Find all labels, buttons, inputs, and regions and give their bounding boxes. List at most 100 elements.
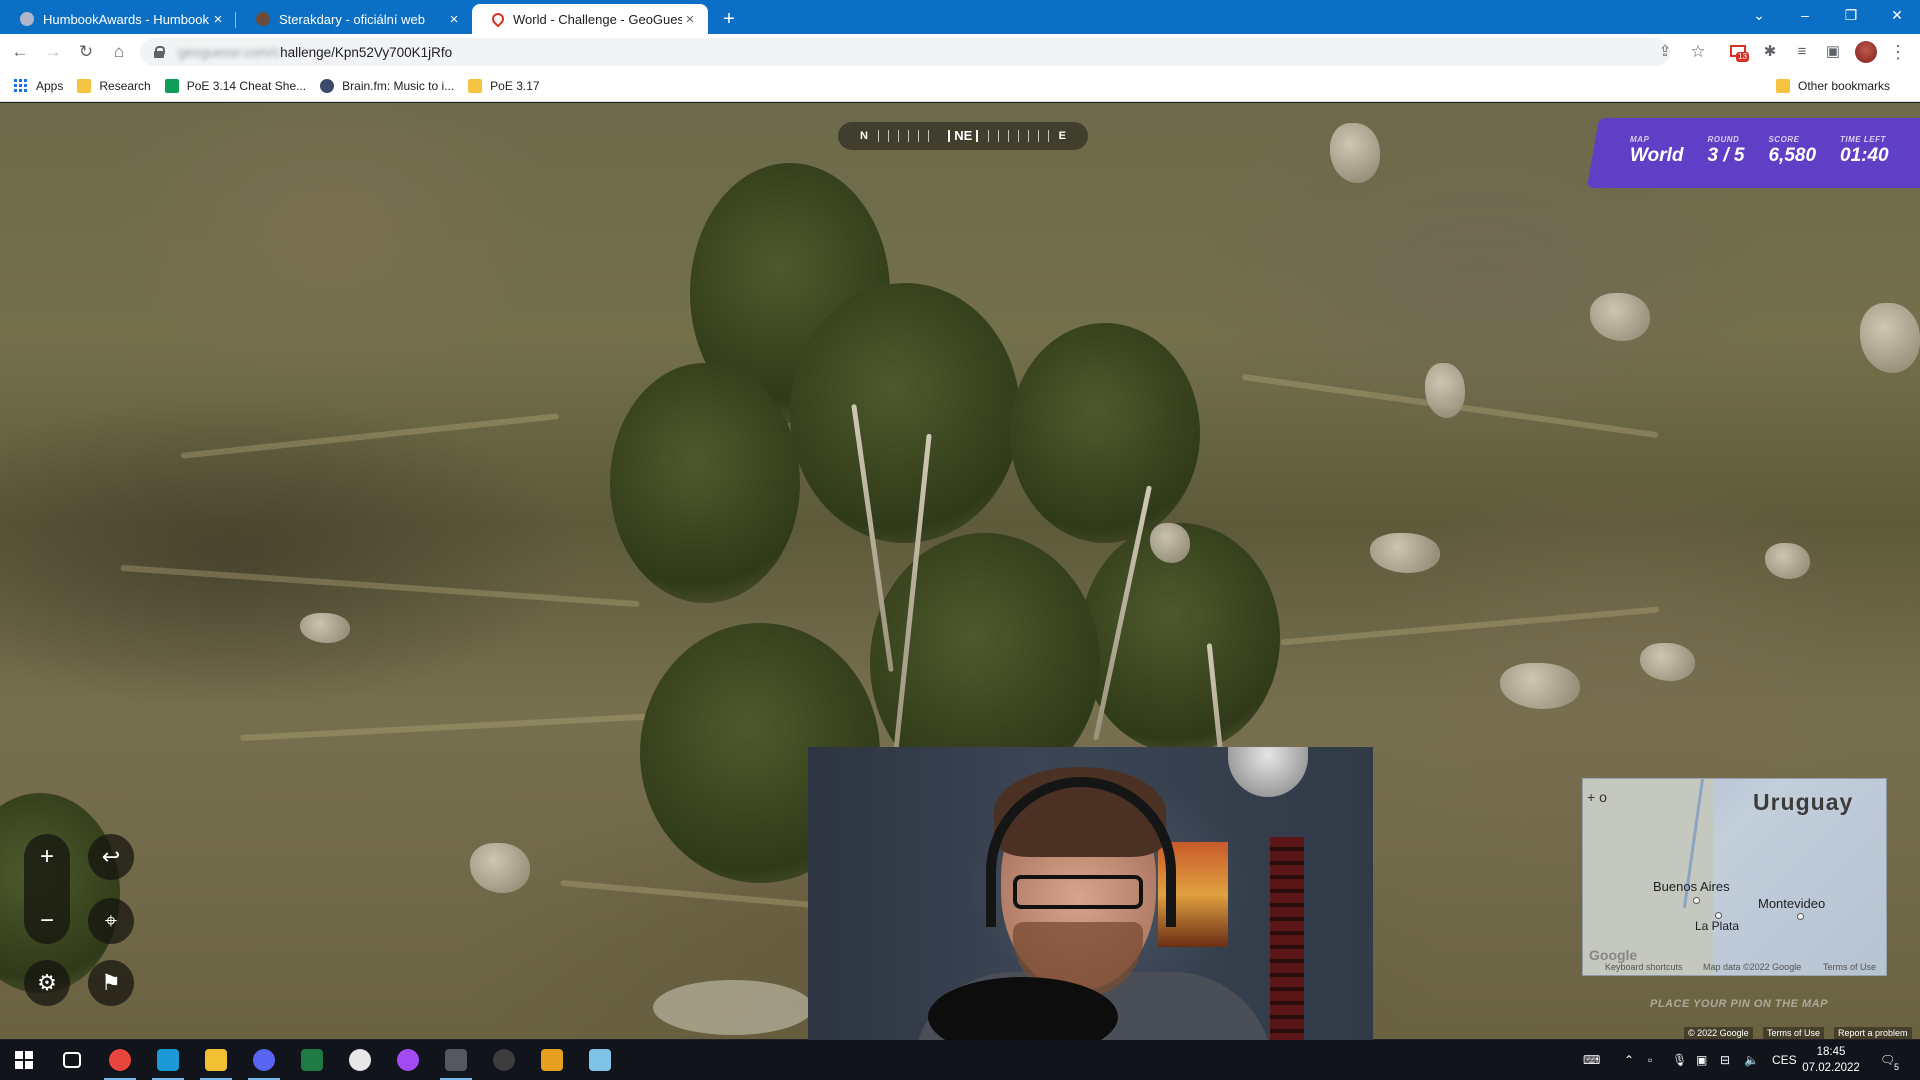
home-button[interactable]: ⌂: [106, 39, 132, 65]
tab-close-icon[interactable]: ×: [446, 11, 462, 28]
address-bar[interactable]: geoguessr.com/c hallenge/Kpn52Vy700K1jRf…: [140, 38, 1670, 66]
browser-toolbar: ← → ↻ ⌂ geoguessr.com/c hallenge/Kpn52Vy…: [0, 34, 1920, 70]
humbook-favicon-icon: [20, 12, 34, 26]
status-value: 01:40: [1840, 145, 1889, 166]
tab-title: World - Challenge - GeoGuessr: [513, 11, 682, 27]
tray-overflow-icon[interactable]: ⌃: [1624, 1040, 1634, 1080]
minimap-city-dot: [1797, 913, 1804, 920]
tab-sterakdary[interactable]: Sterakdary - oficiální web ×: [236, 4, 472, 34]
taskbar-file-explorer-button[interactable]: [192, 1040, 240, 1080]
taskbar-excel-button[interactable]: [288, 1040, 336, 1080]
tab-humbook[interactable]: HumbookAwards - Humbook ×: [0, 4, 236, 34]
taskbar-messenger-button[interactable]: [384, 1040, 432, 1080]
bookmark-poe-317[interactable]: PoE 3.17: [468, 78, 540, 93]
tab-search-button[interactable]: ⌄: [1736, 0, 1782, 30]
windows-taskbar: ⌨ ⌃ ▫ 🎙 ▣ ⊟ 🔈 CES 18:45 07.02.2022 🗨 5: [0, 1040, 1920, 1080]
bookmark-brainfm[interactable]: Brain.fm: Music to i...: [320, 78, 455, 93]
minimap-city-label: Buenos Aires: [1653, 879, 1730, 894]
settings-button[interactable]: ⚙: [24, 960, 70, 1006]
side-panel-icon[interactable]: ▣: [1821, 40, 1845, 64]
gmail-extension-icon[interactable]: 13: [1726, 40, 1750, 64]
status-label: ROUND: [1707, 135, 1740, 144]
taskbar-task-view-button[interactable]: [48, 1040, 96, 1080]
bookmark-label: Brain.fm: Music to i...: [342, 78, 455, 93]
app-calculator-icon: [445, 1049, 467, 1071]
media-control-icon[interactable]: ≡: [1790, 40, 1814, 64]
notification-count: 5: [1894, 1062, 1900, 1072]
shelf: [1270, 837, 1304, 1047]
apps-grid-icon: [14, 78, 28, 93]
taskbar-notepad-button[interactable]: [576, 1040, 624, 1080]
status-label: TIME LEFT: [1840, 135, 1886, 144]
bookmark-apps[interactable]: Apps: [14, 78, 63, 93]
network-icon[interactable]: ⊟: [1720, 1040, 1730, 1080]
menu-icon[interactable]: ⋮: [1886, 40, 1910, 64]
taskbar-obs-button[interactable]: [480, 1040, 528, 1080]
tab-geoguessr[interactable]: World - Challenge - GeoGuessr ×: [472, 4, 708, 34]
forward-button[interactable]: →: [40, 39, 66, 65]
taskbar-app-calculator-button[interactable]: [432, 1040, 480, 1080]
restore-button[interactable]: ❐: [1828, 0, 1874, 30]
tab-close-icon[interactable]: ×: [210, 11, 226, 28]
system-clock[interactable]: 18:45 07.02.2022: [1793, 1044, 1869, 1076]
keyboard-shortcuts-link[interactable]: Keyboard shortcuts: [1605, 962, 1683, 972]
place-pin-button[interactable]: PLACE YOUR PIN ON THE MAP: [1650, 998, 1828, 1010]
minimap-city-dot: [1715, 912, 1722, 919]
report-flag-button[interactable]: ⚑: [88, 960, 134, 1006]
status-label: MAP: [1630, 135, 1650, 144]
folder-icon: [77, 78, 92, 93]
taskbar-app-b-button[interactable]: [528, 1040, 576, 1080]
minimap-terms-link[interactable]: Terms of Use: [1823, 962, 1876, 972]
display-tray-icon[interactable]: ▣: [1696, 1040, 1707, 1080]
share-icon[interactable]: ⇪: [1653, 40, 1677, 64]
mail-badge: 13: [1736, 52, 1749, 62]
compass[interactable]: N NE E: [838, 122, 1088, 150]
undo-move-button[interactable]: ↩: [88, 834, 134, 880]
mic-tray-icon[interactable]: 🎙: [1672, 1040, 1687, 1080]
taskbar-discord-button[interactable]: [240, 1040, 288, 1080]
reload-button[interactable]: ↻: [73, 39, 99, 65]
back-button[interactable]: ←: [7, 39, 33, 65]
new-tab-button[interactable]: +: [714, 4, 744, 34]
app-b-icon: [541, 1049, 563, 1071]
volume-icon[interactable]: 🔈: [1744, 1040, 1759, 1080]
guess-minimap[interactable]: + o Uruguay Buenos Aires Montevideo La P…: [1582, 778, 1887, 976]
taskbar-chrome-button[interactable]: [96, 1040, 144, 1080]
other-bookmarks[interactable]: Other bookmarks: [1776, 78, 1890, 93]
minimap-zoom-control[interactable]: + o: [1587, 789, 1607, 805]
folder-icon: [468, 78, 483, 93]
minimap-country-label: Uruguay: [1753, 789, 1854, 815]
report-problem-link[interactable]: Report a problem: [1834, 1027, 1912, 1039]
start-button[interactable]: [0, 1040, 48, 1080]
street-view-cursor-disc: [653, 980, 813, 1035]
bookmark-research[interactable]: Research: [77, 78, 151, 93]
taskbar-steam-button[interactable]: [144, 1040, 192, 1080]
status-value: 3 / 5: [1707, 145, 1745, 166]
compass-ticks: [877, 130, 939, 142]
zoom-in-button[interactable]: +: [24, 834, 70, 880]
tab-strip: HumbookAwards - Humbook × Sterakdary - o…: [0, 0, 1920, 34]
extensions-icon[interactable]: ✱: [1758, 40, 1782, 64]
notifications-icon[interactable]: 🗨: [1880, 1040, 1895, 1080]
tab-title: HumbookAwards - Humbook: [43, 11, 209, 27]
taskbar-app-compass-button[interactable]: [336, 1040, 384, 1080]
profile-avatar[interactable]: [1854, 40, 1878, 64]
return-to-start-button[interactable]: ⌖: [88, 898, 134, 944]
tab-close-icon[interactable]: ×: [682, 11, 698, 28]
url-domain: geoguessr.com/c: [178, 44, 281, 60]
status-value: 6,580: [1768, 145, 1817, 166]
compass-ticks: [988, 130, 1049, 142]
bookmark-poe-cheat-sheet[interactable]: PoE 3.14 Cheat She...: [164, 78, 306, 93]
bookmark-star-icon[interactable]: ☆: [1686, 40, 1710, 64]
zoom-out-button[interactable]: −: [24, 898, 70, 944]
clock-date: 07.02.2022: [1802, 1062, 1860, 1074]
touch-keyboard-icon[interactable]: ⌨: [1583, 1040, 1600, 1080]
status-map: MAP World: [1630, 135, 1683, 188]
minimize-button[interactable]: –: [1782, 0, 1828, 30]
discord-icon: [253, 1049, 275, 1071]
tray-app-icon[interactable]: ▫: [1648, 1040, 1652, 1080]
minimap-city-label: Montevideo: [1758, 896, 1826, 911]
bookmarks-bar: Apps Research PoE 3.14 Cheat She... Brai…: [0, 70, 1920, 102]
close-window-button[interactable]: ✕: [1874, 0, 1920, 30]
terms-of-use-link[interactable]: Terms of Use: [1763, 1027, 1825, 1039]
